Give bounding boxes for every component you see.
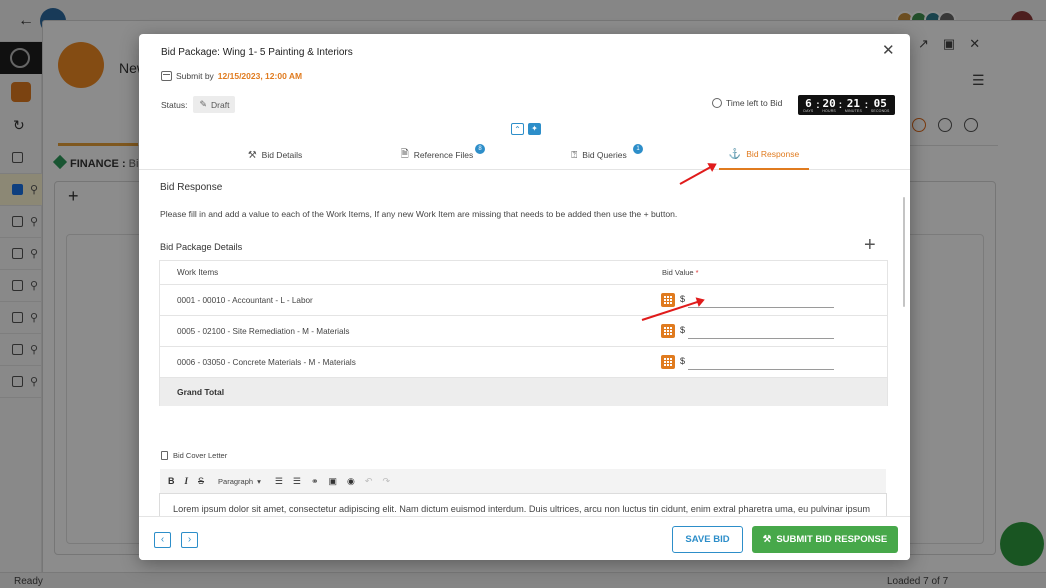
preview-icon[interactable]: ◉ (347, 476, 355, 487)
submit-label: SUBMIT BID RESPONSE (776, 534, 888, 545)
scrollbar[interactable] (903, 197, 905, 307)
dialog-title: Bid Package: Wing 1- 5 Painting & Interi… (161, 47, 353, 58)
work-item-name: 0005 - 02100 - Site Remediation - M - Ma… (177, 326, 350, 336)
submit-by-label: Submit by (176, 71, 214, 81)
prev-button[interactable]: ‹ (154, 532, 171, 548)
table-row: 0005 - 02100 - Site Remediation - M - Ma… (160, 316, 887, 347)
submit-by-date: 12/15/2023, 12:00 AM (217, 71, 303, 81)
clock-icon (712, 98, 722, 108)
table-row: 0006 - 03050 - Concrete Materials - M - … (160, 347, 887, 378)
dialog-content: Bid Response Please fill in and add a va… (139, 171, 910, 516)
timer-minutes-unit: MINUTES (844, 108, 862, 113)
timer-hours-unit: HOURS (822, 108, 836, 113)
timer-minutes: 21 (846, 96, 861, 110)
redo-icon[interactable]: ↷ (382, 476, 390, 487)
close-icon[interactable]: ✕ (882, 43, 895, 58)
cover-letter-label: Bid Cover Letter (161, 451, 227, 460)
save-bid-button[interactable]: SAVE BID (672, 526, 743, 553)
editor-toolbar: B I S Paragraph ▾ ☰ ☰ ⚭ ▣ ◉ ↶ ↷ (160, 469, 886, 493)
calculator-icon[interactable] (661, 355, 675, 369)
undo-icon[interactable]: ↶ (365, 476, 373, 487)
tab-badge: 8 (475, 144, 485, 154)
status-label: Status: (161, 99, 188, 110)
time-left: Time left to Bid (712, 98, 782, 108)
work-item-name: 0006 - 03050 - Concrete Materials - M - … (177, 357, 356, 367)
paragraph-select-value: Paragraph (218, 476, 254, 486)
question-icon: ⍰ (571, 149, 578, 161)
grand-total-row: Grand Total (160, 378, 887, 406)
calendar-icon (161, 71, 172, 81)
italic-icon[interactable]: I (185, 476, 189, 486)
timer-days: 6 (805, 96, 812, 110)
tab-label: Bid Response (746, 149, 800, 159)
table-row: 0001 - 00010 - Accountant - L - Labor $ (160, 285, 887, 316)
gavel-icon: ⚒ (247, 149, 257, 161)
tab-bid-response[interactable]: ⚓ Bid Response (719, 140, 809, 170)
gavel-icon: ⚒ (762, 534, 772, 545)
countdown-timer: 6 DAYS : 20 HOURS : 21 MINUTES : 05 SECONDS (798, 95, 895, 115)
tab-label: Reference Files (413, 150, 474, 160)
tab-badge: 1 (633, 144, 643, 154)
col-bid-value-label: Bid Value (662, 268, 694, 277)
timer-hours: 20 (822, 96, 836, 110)
section-title: Bid Response (160, 182, 223, 193)
dialog-tabs: ⚒ Bid Details 🗎 Reference Files 8 ⍰ Bid … (139, 140, 910, 170)
calculator-icon[interactable] (661, 293, 675, 307)
pin-icon[interactable]: ✦ (528, 123, 541, 135)
col-bid-value: Bid Value * (662, 261, 698, 284)
tab-reference-files[interactable]: 🗎 Reference Files 8 (395, 140, 485, 170)
document-icon (161, 451, 168, 460)
bid-value-input[interactable] (688, 322, 834, 339)
link-icon[interactable]: ⚭ (311, 476, 319, 487)
grand-total-label: Grand Total (177, 387, 225, 397)
currency-symbol: $ (680, 356, 686, 366)
time-left-label: Time left to Bid (726, 98, 783, 108)
tab-bid-queries[interactable]: ⍰ Bid Queries 1 (564, 140, 643, 170)
status-row: Status: ✎ Draft (161, 96, 236, 113)
bid-value-input[interactable] (688, 291, 834, 308)
cover-letter-text: Bid Cover Letter (173, 451, 228, 460)
collapse-up-icon[interactable]: ⌃ (511, 123, 524, 135)
col-work-items: Work Items (177, 268, 219, 277)
currency-symbol: $ (680, 294, 686, 304)
status-value: Draft (211, 99, 230, 110)
bid-package-dialog: Bid Package: Wing 1- 5 Painting & Interi… (139, 34, 910, 560)
bid-value-input[interactable] (688, 353, 834, 370)
status-badge: ✎ Draft (193, 96, 236, 113)
tab-label: Bid Queries (582, 150, 627, 160)
calculator-icon[interactable] (661, 324, 675, 338)
table-header: Work Items Bid Value * (160, 261, 887, 285)
timer-seconds: 05 (873, 96, 887, 110)
bold-icon[interactable]: B (168, 476, 175, 486)
header-controls: ⌃ ✦ (511, 123, 541, 135)
required-mark: * (695, 268, 699, 277)
strikethrough-icon[interactable]: S (198, 476, 204, 486)
instructions: Please fill in and add a value to each o… (160, 209, 678, 219)
chevron-down-icon: ▾ (257, 476, 261, 486)
paragraph-select[interactable]: Paragraph ▾ (218, 477, 261, 486)
timer-seconds-unit: SECONDS (870, 108, 890, 113)
timer-days-unit: DAYS (803, 108, 814, 113)
dialog-footer: ‹ › SAVE BID ⚒ SUBMIT BID RESPONSE (139, 516, 910, 560)
tab-bid-details[interactable]: ⚒ Bid Details (235, 140, 315, 170)
numbered-list-icon[interactable]: ☰ (275, 476, 283, 487)
edit-icon: ✎ (199, 99, 208, 109)
tab-label: Bid Details (261, 150, 303, 160)
package-details-title: Bid Package Details (160, 242, 243, 252)
next-button[interactable]: › (181, 532, 198, 548)
submit-bid-response-button[interactable]: ⚒ SUBMIT BID RESPONSE (752, 526, 898, 553)
currency-symbol: $ (680, 325, 686, 335)
bid-response-icon: ⚓ (728, 148, 742, 160)
work-item-name: 0001 - 00010 - Accountant - L - Labor (177, 295, 313, 305)
cover-letter-editor[interactable]: Lorem ipsum dolor sit amet, consectetur … (159, 493, 887, 516)
submit-by: Submit by 12/15/2023, 12:00 AM (161, 71, 302, 81)
add-work-item-button[interactable]: + (864, 235, 876, 255)
image-icon[interactable]: ▣ (329, 476, 338, 487)
work-items-table: Work Items Bid Value * 0001 - 00010 - Acc… (159, 260, 888, 406)
bullet-list-icon[interactable]: ☰ (293, 476, 301, 487)
files-icon: 🗎 (400, 148, 409, 160)
